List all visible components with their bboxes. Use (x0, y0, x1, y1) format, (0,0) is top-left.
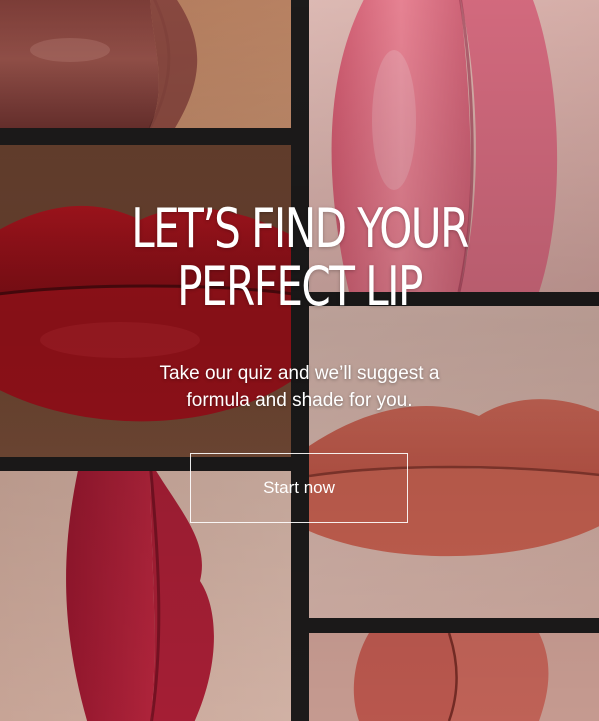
hero-description-line-1: Take our quiz and we’ll suggest a (159, 363, 440, 384)
start-now-button[interactable]: Start now (190, 453, 408, 523)
page-title-line-1: LET’S FIND YOUR (131, 197, 469, 260)
hero-description: Take our quiz and we’ll suggest a formul… (100, 360, 499, 414)
page-title-line-2: PERFECT LIP (177, 255, 423, 318)
hero-content: LET’S FIND YOUR PERFECT LIP Take our qui… (0, 0, 599, 721)
lip-quiz-hero: LET’S FIND YOUR PERFECT LIP Take our qui… (0, 0, 599, 721)
page-title: LET’S FIND YOUR PERFECT LIP (105, 200, 494, 316)
hero-description-line-2: formula and shade for you. (186, 390, 413, 411)
